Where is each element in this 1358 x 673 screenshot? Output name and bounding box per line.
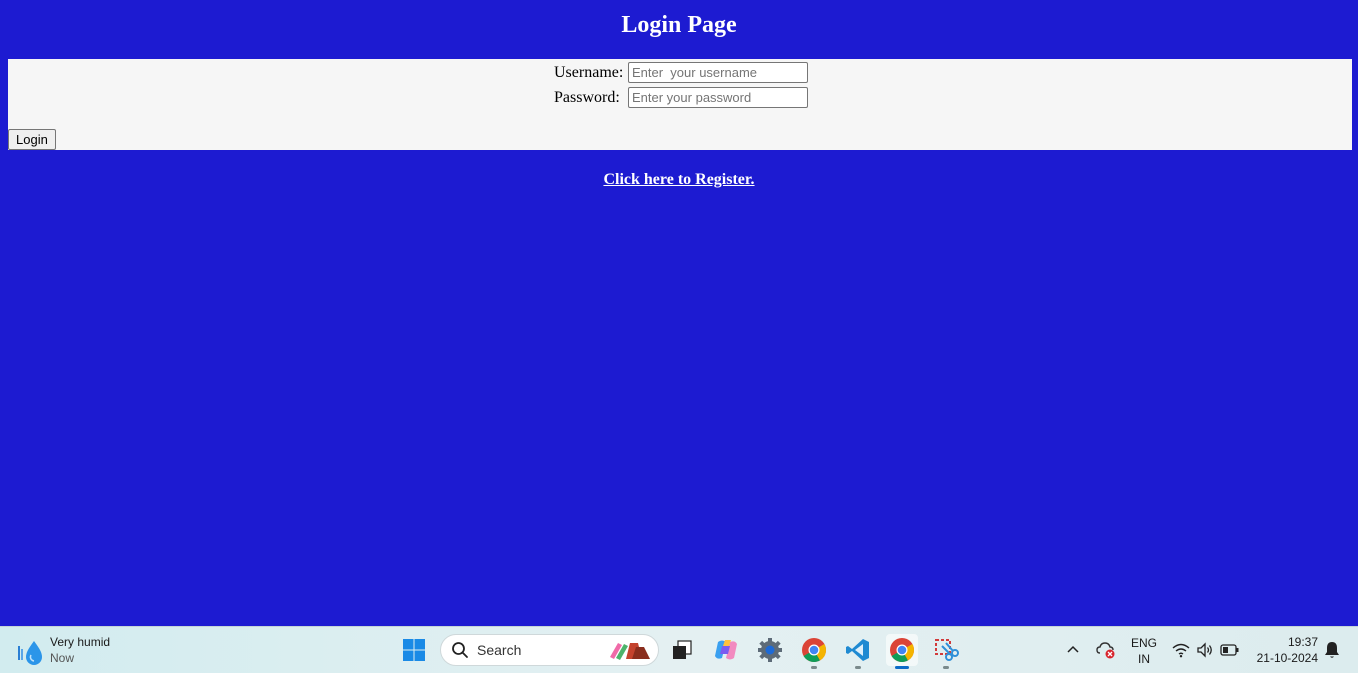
username-row: Username: (8, 61, 1352, 86)
windows-start-icon (403, 639, 425, 661)
taskbar-search[interactable]: Search (440, 634, 659, 666)
language-indicator[interactable]: ENG IN (1128, 635, 1160, 667)
register-link[interactable]: Click here to Register. (0, 170, 1358, 190)
settings-icon (758, 638, 782, 662)
language-line2: IN (1138, 652, 1150, 666)
weather-time: Now (50, 651, 75, 665)
username-input[interactable] (628, 62, 808, 83)
water-drop-icon (18, 641, 42, 665)
page-title: Login Page (621, 12, 737, 38)
running-indicator (943, 666, 949, 669)
login-button[interactable]: Login (8, 129, 56, 150)
password-input[interactable] (628, 87, 808, 108)
password-row: Password: (8, 86, 1352, 111)
chrome-button[interactable] (798, 634, 830, 669)
language-line1: ENG (1130, 636, 1157, 650)
running-indicator (855, 666, 861, 669)
clock-date: 21-10-2024 (1256, 651, 1318, 665)
search-icon (452, 642, 468, 658)
password-label: Password: (554, 89, 620, 106)
clock[interactable]: 19:37 21-10-2024 (1248, 634, 1318, 666)
login-form: Username: Password: Login (8, 59, 1352, 150)
clock-time: 19:37 (1287, 635, 1318, 649)
taskbar: Very humid Now Search ENG IN 19:37 21-10… (0, 626, 1358, 673)
copilot-button[interactable] (710, 634, 742, 666)
weather-condition: Very humid (50, 635, 111, 649)
chrome-icon (802, 638, 826, 663)
running-indicator (811, 666, 817, 669)
username-label: Username: (554, 64, 624, 81)
chevron-up-icon[interactable] (1064, 640, 1082, 658)
start-button[interactable] (398, 634, 430, 666)
wifi-icon[interactable] (1172, 642, 1190, 658)
task-view-icon (673, 640, 692, 659)
onedrive-error-icon[interactable] (1096, 640, 1116, 660)
browser-page: Login Page Username: Password: Login Cli… (0, 0, 1358, 626)
task-view-button[interactable] (666, 634, 698, 666)
chrome-icon (890, 638, 914, 663)
copilot-icon (715, 640, 737, 660)
search-highlight-icon (610, 643, 650, 660)
volume-icon[interactable] (1196, 641, 1214, 659)
settings-button[interactable] (754, 634, 786, 666)
vscode-icon (846, 639, 869, 661)
battery-icon[interactable] (1220, 643, 1240, 657)
vscode-button[interactable] (842, 634, 874, 669)
snipping-tool-icon (935, 639, 959, 661)
search-placeholder: Search (477, 642, 522, 658)
active-indicator (895, 666, 909, 669)
notification-bell-icon[interactable] (1324, 641, 1340, 659)
chrome-active-button[interactable] (886, 634, 918, 669)
snipping-tool-button[interactable] (930, 634, 962, 669)
